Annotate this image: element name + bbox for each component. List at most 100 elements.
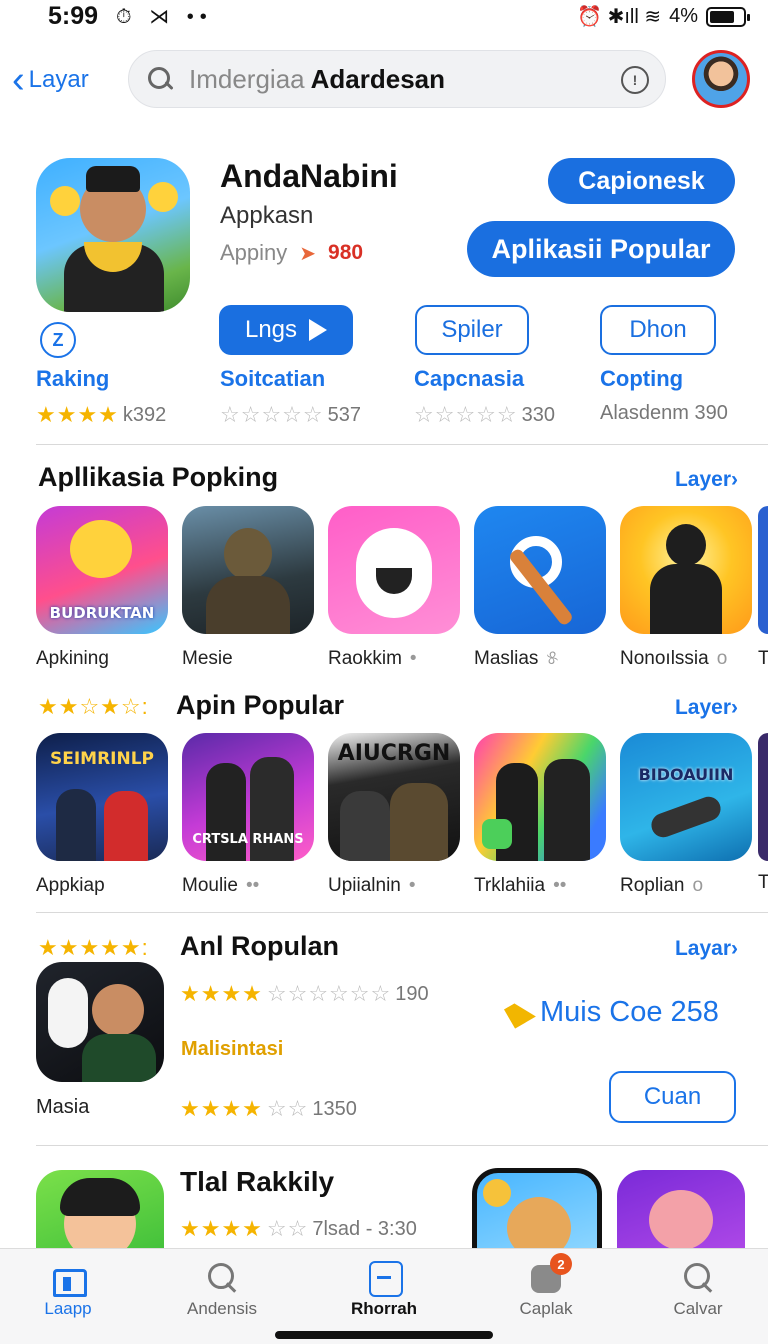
tab-andensis[interactable]: Andensis xyxy=(162,1261,282,1319)
app-name: Appkiap xyxy=(36,875,105,896)
app-name-row: Nonoılssia o xyxy=(620,648,752,670)
app-name: Upiialnin xyxy=(328,875,401,896)
stat-label: Raking xyxy=(36,366,110,391)
avatar[interactable] xyxy=(692,50,750,108)
tab-laapp[interactable]: Laapp xyxy=(8,1261,128,1319)
app-icon-text: AIUCRGN xyxy=(337,741,451,766)
star-rating-empty-icon: ☆☆ xyxy=(266,1096,309,1121)
category-icon: 2 xyxy=(528,1253,572,1293)
star-rating-empty-icon: ☆☆☆☆☆☆ xyxy=(266,981,392,1006)
dhon-button[interactable]: Dhon xyxy=(600,305,716,355)
divider xyxy=(36,912,768,913)
search-bar[interactable]: Imdergiaa Adardesan ! xyxy=(128,50,666,108)
app-icon-partial[interactable] xyxy=(758,506,768,634)
star-rating-icon: ★★☆★☆: xyxy=(38,694,149,719)
emoji-icon xyxy=(50,186,80,216)
statue-icon xyxy=(224,528,272,580)
app-card[interactable]: Nonoılssia o xyxy=(620,506,752,670)
app-icon xyxy=(474,733,606,861)
app-name: Roplian xyxy=(620,875,685,896)
app-card[interactable]: CRTSLA RHANS Moulie •• xyxy=(182,733,314,897)
mic-icon[interactable]: ! xyxy=(621,66,649,94)
app-card[interactable]: Raokkim • xyxy=(328,506,460,670)
person-body xyxy=(82,1034,156,1082)
list-app-name: Masia xyxy=(36,1096,90,1118)
app-icon[interactable] xyxy=(472,1168,602,1260)
search-placeholder: Imdergiaa xyxy=(189,63,305,94)
stat-raking: Raking ★★★★ k392 xyxy=(36,366,166,428)
app-icon xyxy=(328,506,460,634)
list-app-icon[interactable] xyxy=(36,962,164,1082)
app-name-row: Roplian o xyxy=(620,875,752,897)
app-trail: •• xyxy=(553,875,567,896)
list-app-subtitle: Malisintasi xyxy=(181,1038,284,1060)
play-button[interactable]: Lngs xyxy=(219,305,353,355)
meta-label: Appiny xyxy=(220,240,288,265)
rating-count: 1350 xyxy=(312,1097,357,1120)
see-all-link[interactable]: Layer› xyxy=(675,696,738,720)
app-icon[interactable] xyxy=(36,1170,164,1260)
stat-rating-value: 537 xyxy=(327,403,361,426)
promo-label[interactable]: Muis Coe 258 xyxy=(504,996,719,1029)
back-button[interactable]: ‹ Layar xyxy=(12,58,89,102)
app-name: Trklahiia xyxy=(474,875,546,896)
app-card[interactable]: BUDRUKTAN Apkining xyxy=(36,506,168,670)
stat-rating-row: ☆☆☆☆☆ 330 xyxy=(414,402,555,428)
app-card[interactable]: Maslias ୫ xyxy=(474,506,606,670)
app-name-row: Moulie •• xyxy=(182,875,314,897)
stat-rating-row: Alasdenm 390 xyxy=(600,402,728,425)
app-card[interactable]: SEIMRINLP Appkiap xyxy=(36,733,168,897)
z-badge-icon[interactable]: Z xyxy=(40,322,76,358)
app-card[interactable]: Mesie xyxy=(182,506,314,670)
app-icon-text: SEIMRINLP xyxy=(49,749,155,769)
app-card[interactable]: AIUCRGN Upiialnin • xyxy=(328,733,460,897)
app-card[interactable]: BIDOAUIIN Roplian o xyxy=(620,733,752,897)
figure-head xyxy=(666,524,706,566)
tab-caplak[interactable]: 2 Caplak xyxy=(486,1253,606,1319)
featured-app-icon[interactable] xyxy=(36,158,190,312)
app-icon: SEIMRINLP xyxy=(36,733,168,861)
aplikasi-popular-button[interactable]: Aplikasii Popular xyxy=(467,221,735,277)
divider xyxy=(36,1145,768,1146)
play-label: Lngs xyxy=(244,316,298,343)
kid-hair xyxy=(60,1178,140,1216)
square-icon xyxy=(366,1261,403,1297)
person-icon xyxy=(340,791,390,861)
see-all-link[interactable]: Layar› xyxy=(675,937,738,961)
see-all-link[interactable]: Layer› xyxy=(675,468,738,492)
app-name: Apkining xyxy=(36,648,109,669)
search-icon xyxy=(147,66,173,92)
spiler-button[interactable]: Spiler xyxy=(415,305,529,355)
signal-wifi-icons: ⏰ ✱ıll ≋ xyxy=(577,6,662,28)
home-icon xyxy=(50,1261,87,1297)
cuan-button[interactable]: Cuan xyxy=(609,1071,736,1123)
person-icon xyxy=(56,789,96,861)
search-icon xyxy=(680,1261,716,1293)
star-rating-icon: ★★★★ xyxy=(180,1096,263,1121)
tab-rhorrah[interactable]: Rhorrah xyxy=(324,1261,444,1319)
app-name: Mesie xyxy=(182,648,233,669)
tab-calvar[interactable]: Calvar xyxy=(638,1261,758,1319)
person-face xyxy=(92,984,144,1036)
stat-rating-row: ★★★★ k392 xyxy=(36,402,166,428)
app-name: Nonoılssia xyxy=(620,648,709,669)
emoji-icon xyxy=(70,520,132,578)
tab-bar: Laapp Andensis Rhorrah 2 Caplak Calvar xyxy=(0,1248,768,1344)
stat-rating-value: Alasdenm 390 xyxy=(600,402,728,424)
app-card[interactable]: Trklahiia •• xyxy=(474,733,606,897)
app-icon[interactable] xyxy=(617,1170,745,1260)
person-icon xyxy=(104,791,148,861)
rating-row: ★★★★ ☆☆☆☆☆☆ 190 xyxy=(180,981,429,1007)
app-name-partial: T xyxy=(758,648,768,669)
capionesk-button[interactable]: Capionesk xyxy=(548,158,735,204)
stat-soitcatian: Soitcatian ☆☆☆☆☆ 537 xyxy=(220,366,361,428)
status-left-icons: ⏱ ⋊ •• xyxy=(116,6,213,28)
app-icon-partial[interactable] xyxy=(758,733,768,861)
featured-app-subtitle: Appkasn xyxy=(220,202,314,229)
app-name: Raokkim xyxy=(328,648,402,669)
star-rating-icon: ★★★★★: xyxy=(38,935,149,960)
search-icon xyxy=(204,1261,240,1293)
status-time: 5:99 xyxy=(48,2,99,30)
chevron-left-icon: ‹ xyxy=(12,59,25,101)
app-name-row: Trklahiia •• xyxy=(474,875,606,897)
